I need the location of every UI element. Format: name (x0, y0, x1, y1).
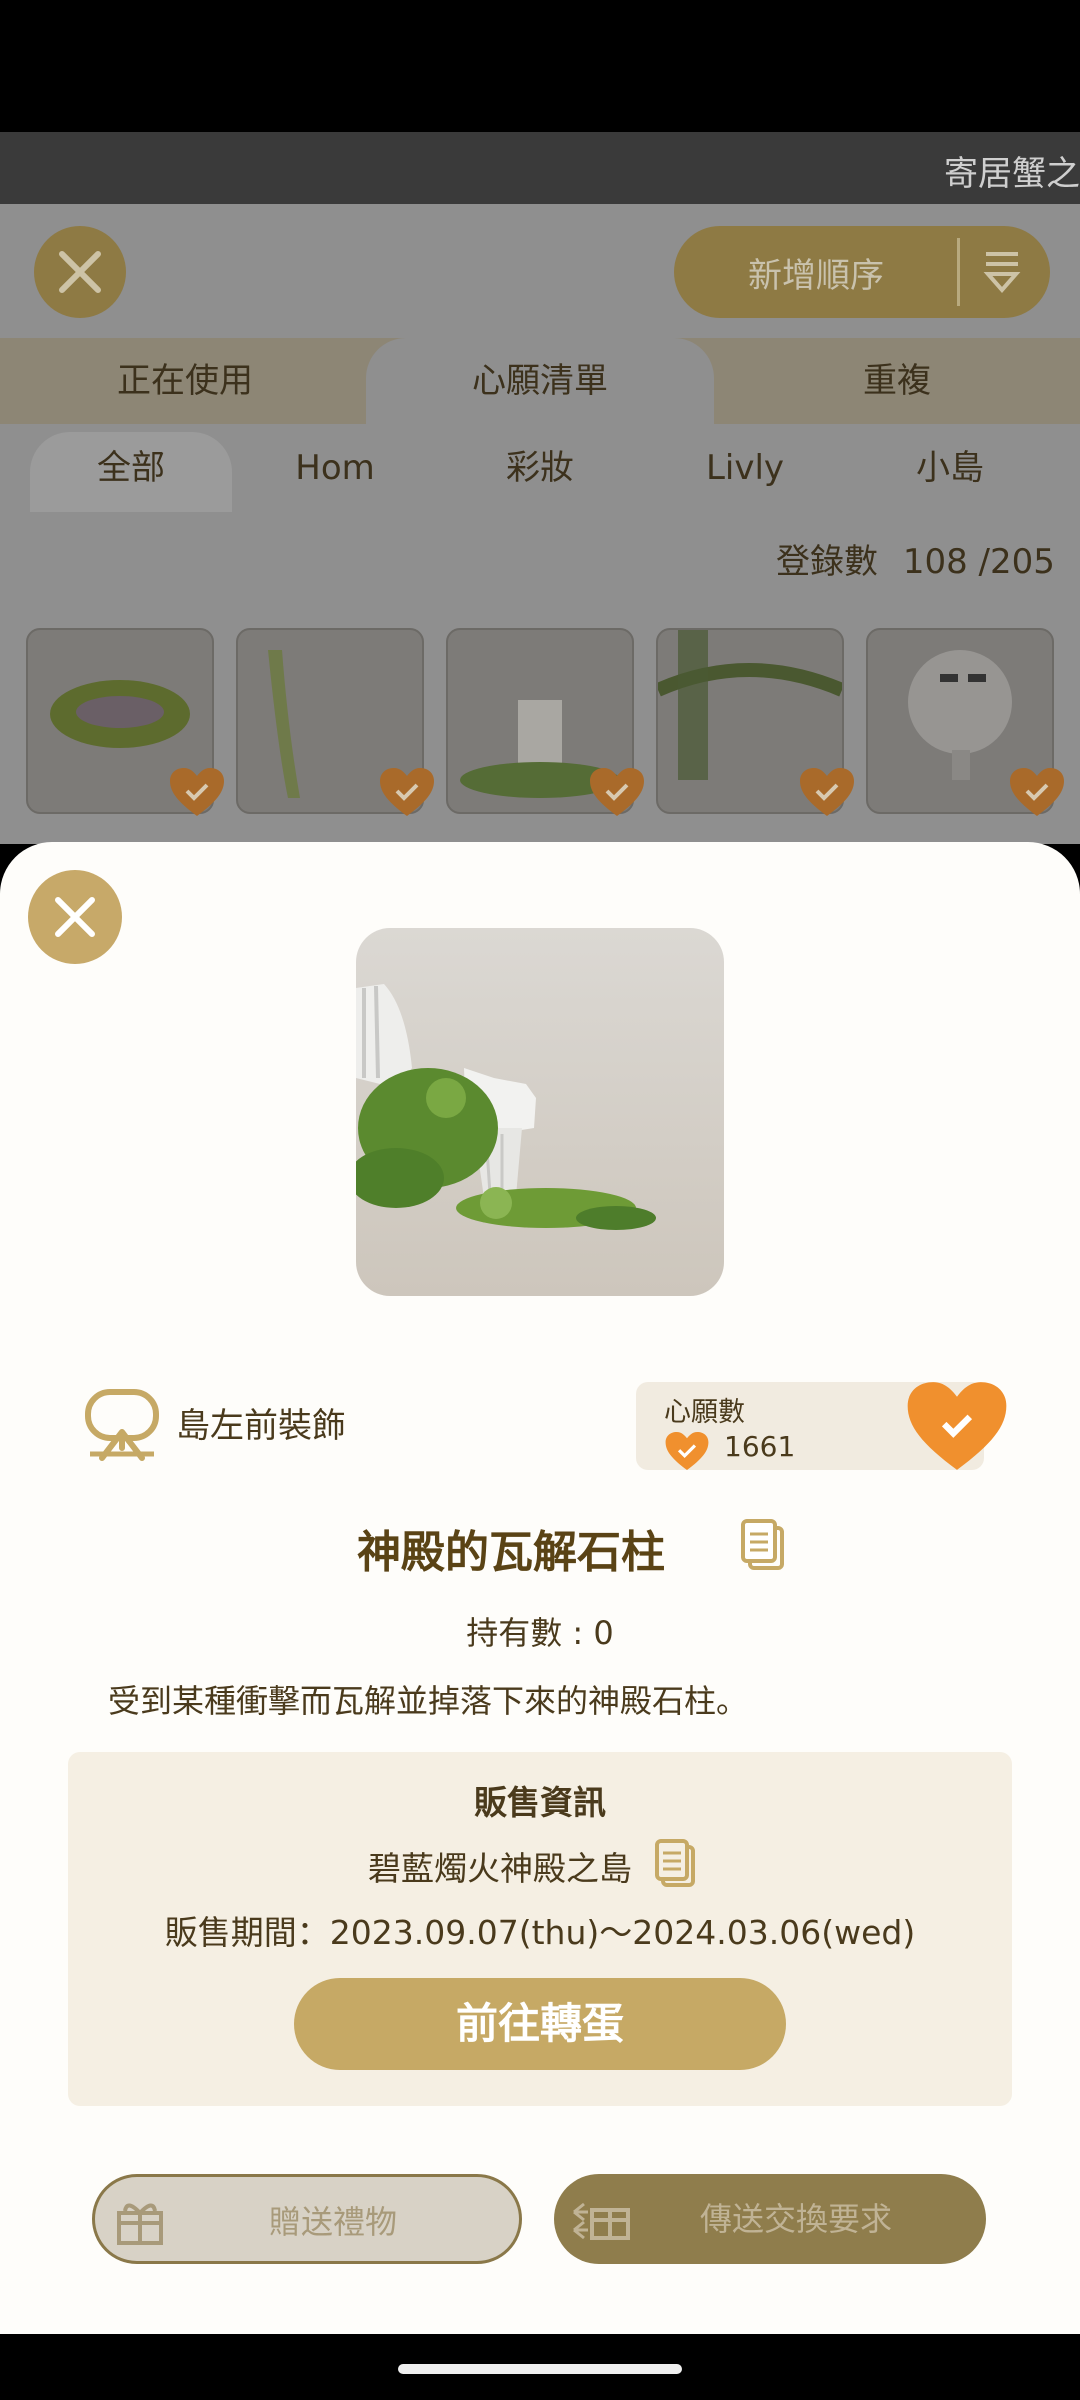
wishlist-heart-icon (800, 768, 854, 816)
close-icon (55, 897, 95, 937)
copy-icon[interactable] (740, 1518, 786, 1572)
home-indicator[interactable] (398, 2364, 682, 2374)
sale-period: 販售期間：2023.09.07(thu)～2024.03.06(wed) (164, 1913, 916, 1952)
close-icon (59, 251, 101, 293)
tab-duplicates[interactable]: 重複 (714, 338, 1080, 424)
main-tabs: 正在使用 心願清單 重複 (0, 338, 1080, 424)
island-decoration-icon (85, 1389, 159, 1461)
sort-label: 新增順序 (748, 256, 884, 296)
wish-heart-icon (665, 1431, 709, 1471)
subtab-makeup[interactable]: 彩妝 (438, 432, 642, 512)
wishlist-heart-icon (380, 768, 434, 816)
item-category: 島左前裝飾 (176, 1406, 346, 1446)
item-title: 神殿的瓦解石柱 (357, 1527, 665, 1578)
subtab-island[interactable]: 小島 (848, 432, 1052, 512)
close-button[interactable] (28, 870, 122, 964)
wishlist-heart-icon (170, 768, 224, 816)
wishlist-heart-icon (1010, 768, 1064, 816)
subtab-all[interactable]: 全部 (30, 432, 232, 512)
broken-pillar-image (356, 984, 656, 1230)
registered-count: 登錄數 108 /205 (776, 534, 1055, 583)
wishlist-toggle-heart-icon[interactable] (904, 1378, 1010, 1474)
sale-place[interactable]: 碧藍燭火神殿之島 (368, 1842, 632, 1890)
registered-label: 登錄數 (776, 542, 878, 582)
subtab-livly[interactable]: Livly (642, 432, 848, 512)
send-trade-label: 傳送交換要求 (699, 2200, 892, 2238)
wish-count-value: 1661 (724, 1430, 796, 1463)
copy-icon[interactable] (654, 1838, 696, 1888)
status-bar (0, 0, 1080, 132)
sort-order-icon (983, 252, 1021, 294)
item-title-row: 神殿的瓦解石柱 (0, 1516, 1080, 1580)
item-image (356, 928, 724, 1296)
owned-count: 持有數 : 0 (466, 1614, 614, 1652)
tab-wishlist[interactable]: 心願清單 (366, 338, 714, 424)
subtab-hom[interactable]: Hom (232, 432, 438, 512)
sort-button[interactable]: 新增順序 (674, 226, 1050, 318)
sort-divider (957, 238, 960, 306)
registered-value: 108 /205 (902, 542, 1055, 582)
background-close-button[interactable] (34, 226, 126, 318)
wish-count-label: 心願數 (664, 1397, 745, 1428)
send-gift-button[interactable]: 贈送禮物 (92, 2174, 522, 2264)
send-gift-label: 贈送禮物 (268, 2203, 397, 2241)
sale-info-title: 販售資訊 (474, 1783, 606, 1822)
item-description: 受到某種衝擊而瓦解並掉落下來的神殿石柱。 (108, 1682, 749, 1720)
tab-in-use[interactable]: 正在使用 (0, 338, 370, 424)
title-text: 寄居蟹之 (944, 154, 1080, 194)
go-to-gacha-button[interactable]: 前往轉蛋 (294, 1978, 786, 2070)
send-trade-request-button[interactable]: 傳送交換要求 (554, 2174, 986, 2264)
title-bar: 寄居蟹之 (0, 132, 1080, 204)
wishlist-heart-icon (590, 768, 644, 816)
